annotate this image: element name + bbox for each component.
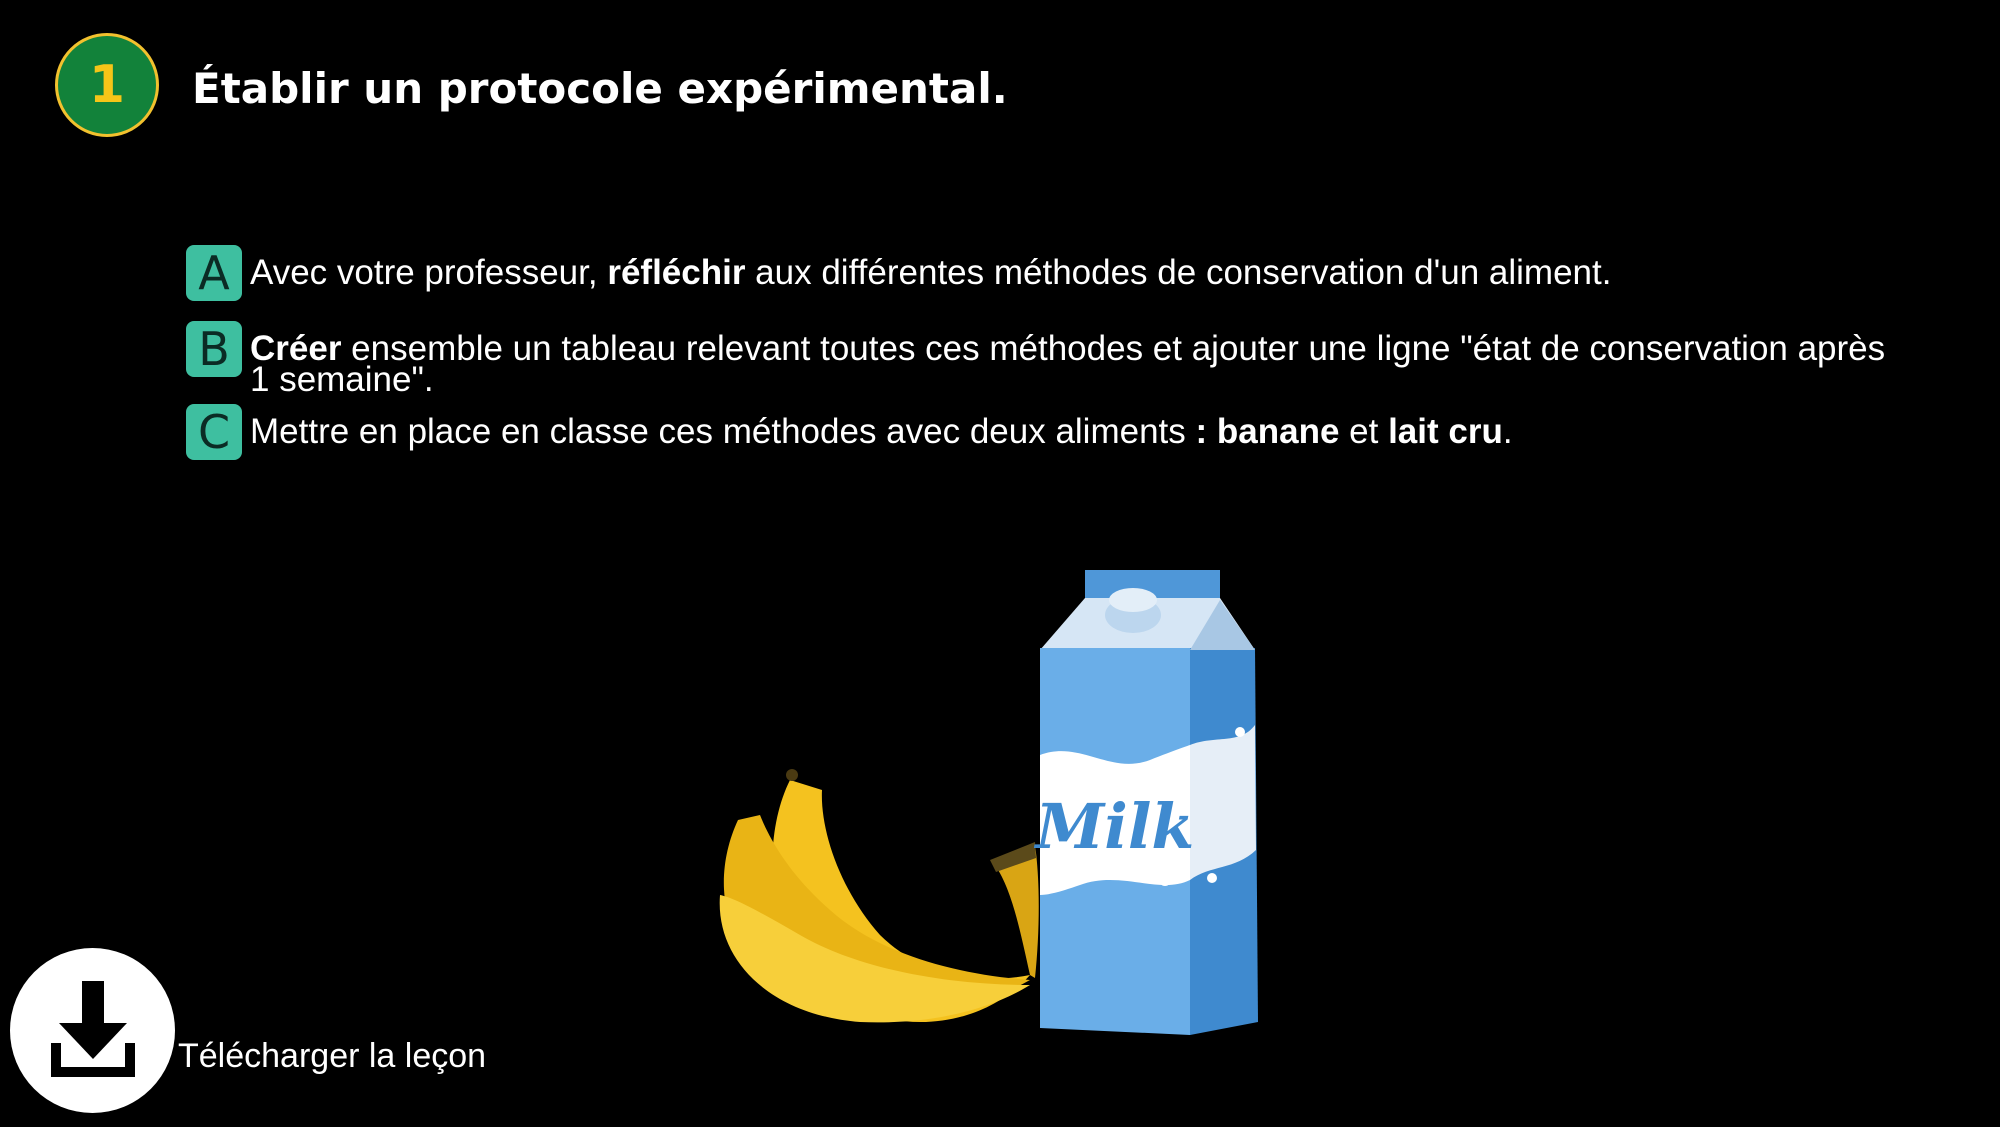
instruction-c: C Mettre en place en classe ces méthodes… xyxy=(186,404,1513,460)
instruction-c-text: Mettre en place en classe ces méthodes a… xyxy=(250,412,1513,451)
download-button[interactable] xyxy=(10,948,175,1113)
letter-b-badge: B xyxy=(186,321,242,377)
download-icon xyxy=(50,980,135,1077)
milk-carton-image: Milk xyxy=(1034,570,1258,1035)
milk-label: Milk xyxy=(1034,790,1195,863)
letter-c-badge: C xyxy=(186,404,242,460)
instruction-a-text: Avec votre professeur, réfléchir aux dif… xyxy=(250,253,1612,292)
download-link[interactable]: Télécharger la leçon xyxy=(178,1037,486,1076)
step-number-badge: 1 xyxy=(55,33,159,137)
step-number: 1 xyxy=(88,55,126,115)
instruction-a: A Avec votre professeur, réfléchir aux d… xyxy=(186,245,1611,301)
banana-bunch-image xyxy=(719,769,1039,1023)
page-title: Établir un protocole expérimental. xyxy=(192,64,1008,113)
instruction-b: B Créer ensemble un tableau relevant tou… xyxy=(186,321,1906,399)
banana-and-milk-illustration: Milk xyxy=(719,570,1258,1035)
instruction-b-text: Créer ensemble un tableau relevant toute… xyxy=(250,329,1886,399)
letter-a-badge: A xyxy=(186,245,242,301)
